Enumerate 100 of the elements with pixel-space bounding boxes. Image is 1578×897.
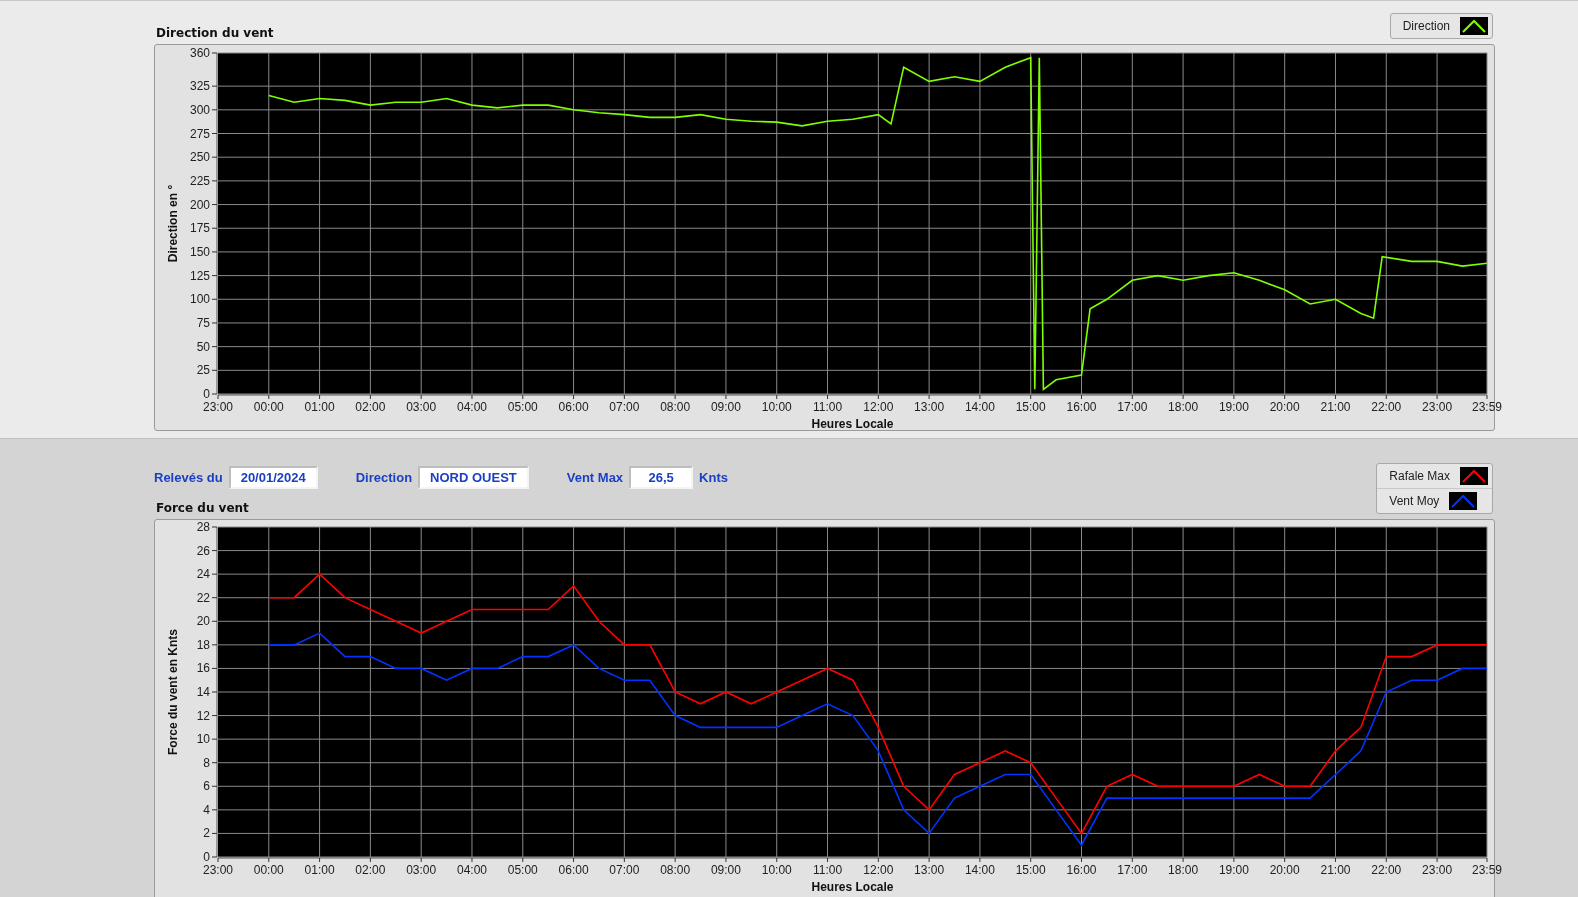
tick-label: 07:00 (609, 400, 640, 414)
tick-label: 21:00 (1320, 863, 1351, 877)
value-field: 20/01/2024 (228, 466, 318, 489)
tick-label: 175 (189, 221, 210, 236)
tick-label: 00:00 (253, 863, 284, 877)
tick-label: 10:00 (761, 863, 792, 877)
tick-label: 08:00 (660, 863, 691, 877)
tick-label: 20 (196, 614, 210, 629)
tick-label: 13:00 (914, 400, 945, 414)
tick-label: 23:00 (1422, 400, 1453, 414)
tick-label: 8 (203, 755, 210, 770)
tick-label: 12:00 (863, 863, 894, 877)
tick-label: 300 (189, 102, 210, 117)
tick-label: 16:00 (1066, 400, 1097, 414)
legend-label: Direction (1402, 19, 1450, 33)
tick-label: 14:00 (964, 863, 995, 877)
tick-label: 18:00 (1168, 863, 1199, 877)
tick-label: 05:00 (507, 863, 538, 877)
unit-label: Knts (699, 470, 728, 485)
line-swatch-icon (1460, 467, 1488, 485)
tick-label: 75 (196, 315, 210, 330)
tick-label: 20:00 (1269, 400, 1300, 414)
field-label: Vent Max (566, 470, 624, 485)
tick-label: 28 (196, 520, 210, 534)
tick-label: 12:00 (863, 400, 894, 414)
legend-label: Vent Moy (1389, 494, 1440, 508)
tick-label: 03:00 (406, 863, 437, 877)
tick-label: 2 (203, 826, 210, 841)
tick-label: 23:00 (203, 400, 233, 414)
tick-label: 6 (203, 779, 210, 794)
tick-label: 03:00 (406, 400, 437, 414)
tick-label: 18:00 (1168, 400, 1199, 414)
value-field: NORD OUEST (418, 466, 529, 489)
tick-label: 24 (196, 567, 210, 582)
tick-label: 01:00 (304, 400, 335, 414)
tick-label: 13:00 (914, 863, 945, 877)
field-label: Relevés du (154, 470, 223, 485)
tick-label: 22:00 (1371, 400, 1402, 414)
tick-label: 26 (196, 543, 210, 558)
tick-label: 12 (196, 708, 210, 723)
legend-label: Rafale Max (1389, 469, 1450, 483)
tick-label: 15:00 (1015, 400, 1046, 414)
tick-label: 0 (203, 387, 210, 401)
tick-label: 19:00 (1218, 863, 1249, 877)
tick-label: 275 (189, 126, 210, 141)
axis-title: Heures Locale (811, 417, 894, 431)
tick-label: 19:00 (1218, 400, 1249, 414)
tick-label: 17:00 (1117, 863, 1148, 877)
tick-label: 360 (189, 46, 210, 60)
tick-label: 200 (189, 197, 210, 212)
tick-label: 08:00 (660, 400, 691, 414)
tick-label: 01:00 (304, 863, 335, 877)
tick-label: 23:59 (1472, 400, 1502, 414)
tick-label: 17:00 (1117, 400, 1148, 414)
tick-label: 23:00 (1422, 863, 1453, 877)
tick-label: 02:00 (355, 400, 386, 414)
tick-label: 22 (196, 590, 210, 605)
tick-label: 10 (196, 732, 210, 747)
tick-label: 4 (203, 802, 210, 817)
line-swatch-icon (1460, 17, 1488, 35)
tick-label: 04:00 (456, 863, 487, 877)
tick-label: 11:00 (812, 863, 843, 877)
tick-label: 225 (189, 173, 210, 188)
tick-label: 25 (196, 363, 210, 378)
tick-label: 09:00 (710, 863, 741, 877)
tick-label: 250 (189, 150, 210, 165)
tick-label: 21:00 (1320, 400, 1351, 414)
tick-label: 23:00 (203, 863, 233, 877)
tick-label: 02:00 (355, 863, 386, 877)
tick-label: 05:00 (507, 400, 538, 414)
axis-title: Force du vent en Knts (166, 629, 180, 755)
tick-label: 100 (189, 292, 210, 307)
tick-label: 09:00 (710, 400, 741, 414)
tick-label: 06:00 (558, 400, 589, 414)
chart-title: Direction du vent (155, 26, 274, 42)
line-swatch-icon (1449, 492, 1478, 510)
tick-label: 06:00 (558, 863, 589, 877)
axis-title: Direction en ° (166, 184, 180, 263)
tick-label: 18 (196, 637, 210, 652)
tick-label: 14:00 (964, 400, 995, 414)
tick-label: 00:00 (253, 400, 284, 414)
tick-label: 15:00 (1015, 863, 1046, 877)
field-label: Direction (355, 470, 413, 485)
value-field: 26,5 (629, 466, 694, 489)
chart-title: Force du vent (155, 501, 250, 517)
tick-label: 50 (196, 339, 210, 354)
tick-label: 16 (196, 661, 210, 676)
tick-label: 20:00 (1269, 863, 1300, 877)
tick-label: 23:59 (1472, 863, 1502, 877)
tick-label: 10:00 (761, 400, 792, 414)
tick-label: 325 (189, 79, 210, 94)
tick-label: 0 (203, 850, 210, 864)
axis-title: Heures Locale (811, 880, 894, 894)
tick-label: 125 (189, 268, 210, 283)
tick-label: 16:00 (1066, 863, 1097, 877)
tick-label: 14 (196, 685, 210, 699)
tick-label: 07:00 (609, 863, 640, 877)
tick-label: 04:00 (456, 400, 487, 414)
tick-label: 22:00 (1371, 863, 1402, 877)
tick-label: 11:00 (812, 400, 843, 414)
